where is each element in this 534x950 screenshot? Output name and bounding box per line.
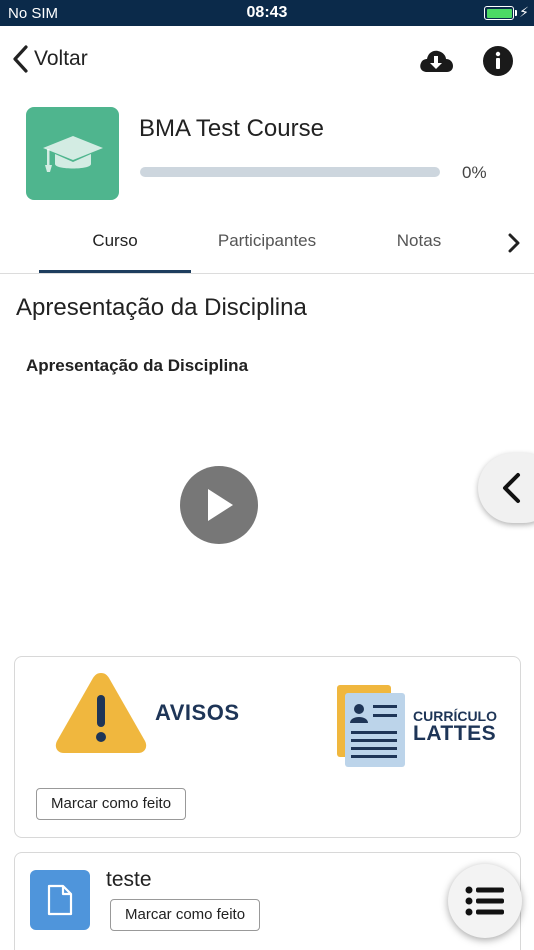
avisos-image[interactable]: AVISOS (53, 669, 240, 757)
course-title: BMA Test Course (139, 115, 324, 142)
nav-bar: Voltar (0, 26, 534, 96)
back-label: Voltar (34, 47, 88, 70)
curriculo-lattes-image[interactable]: CURRÍCULO LATTES (337, 683, 497, 769)
active-tab-indicator (39, 270, 191, 273)
graduation-cap-icon (42, 135, 103, 172)
avisos-text: AVISOS (155, 700, 240, 725)
course-progress-bar (140, 167, 440, 177)
warning-icon (55, 673, 147, 753)
charging-icon: ⚡ (519, 4, 529, 20)
chevron-left-icon (503, 473, 520, 503)
course-tabs: Curso Participantes Notas (0, 216, 534, 274)
clock: 08:43 (246, 4, 288, 21)
list-icon (465, 886, 504, 916)
resource-card: teste Marcar como feito (14, 852, 521, 950)
label-card: AVISOS CURRÍCULO LATTES Marcar como feit… (14, 656, 521, 838)
video-play-button[interactable] (180, 466, 258, 544)
tab-curso[interactable]: Curso (39, 231, 191, 251)
status-bar: No SIM 08:43 ⚡ (0, 0, 534, 26)
tab-participantes[interactable]: Participantes (195, 231, 339, 251)
document-icon (47, 884, 73, 916)
section-subtitle: Apresentação da Disciplina (26, 356, 249, 375)
course-header: BMA Test Course 0% (0, 96, 534, 216)
file-icon (30, 870, 90, 930)
lattes-line2: LATTES (413, 721, 497, 745)
battery-tip (515, 10, 517, 16)
back-button[interactable]: Voltar (10, 44, 88, 74)
mark-done-button[interactable]: Marcar como feito (36, 788, 187, 820)
section-title: Apresentação da Disciplina (16, 294, 307, 321)
mark-done-button[interactable]: Marcar como feito (110, 899, 261, 931)
battery-icon (484, 6, 514, 20)
lattes-line1: CURRÍCULO (413, 707, 497, 724)
cloud-download-icon[interactable] (418, 46, 454, 76)
chevron-right-icon[interactable] (506, 232, 522, 254)
course-index-fab[interactable] (448, 864, 522, 938)
lattes-text: CURRÍCULO LATTES (413, 709, 497, 744)
course-progress-text: 0% (462, 163, 487, 182)
tab-notas[interactable]: Notas (376, 231, 462, 251)
info-icon[interactable] (482, 45, 514, 77)
chevron-left-icon (13, 45, 28, 73)
course-thumbnail (26, 107, 119, 200)
play-icon (208, 489, 233, 521)
course-index-toggle[interactable] (478, 453, 534, 523)
resume-document-icon (337, 685, 405, 767)
resource-name[interactable]: teste (106, 868, 152, 892)
